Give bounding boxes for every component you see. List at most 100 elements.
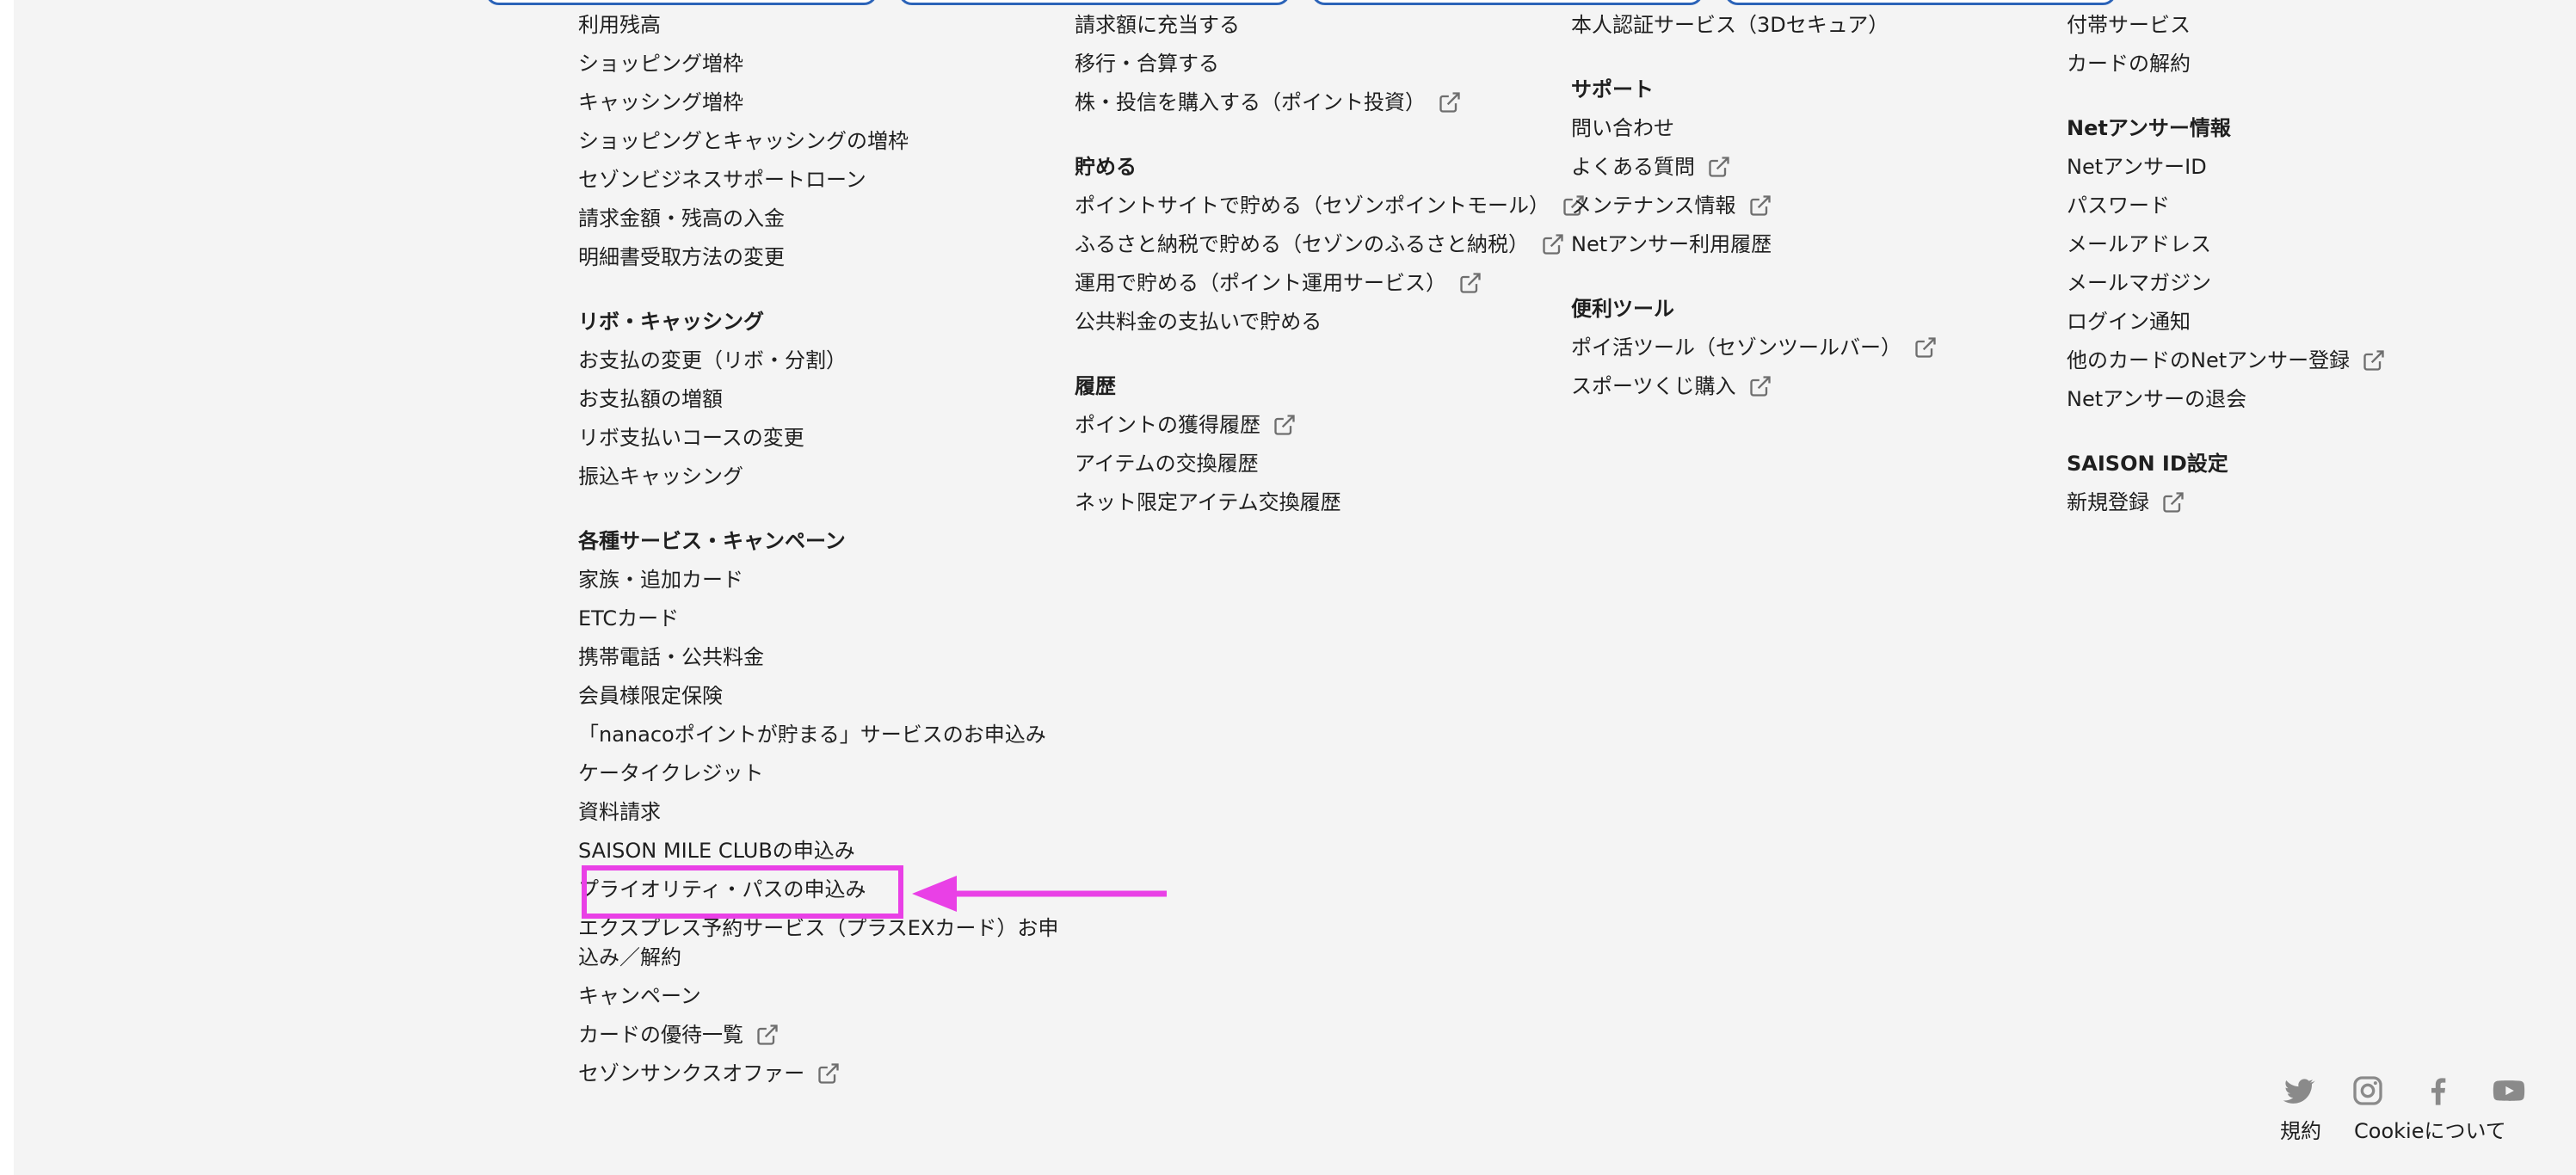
section-heading: Netアンサー情報 [2067,116,2231,140]
sitemap-link-label: アイテムの交換履歴 [1075,452,1259,476]
sitemap-link[interactable]: メールマガジン [2067,268,2548,298]
sitemap-link-label: カードの優待一覧 [578,1023,743,1047]
sitemap-link[interactable]: メールアドレス [2067,230,2548,259]
sitemap-link[interactable]: ポイ活ツール（セゾンツールバー） [1571,333,2053,362]
sitemap-link-label: エクスプレス予約サービス（プラスEXカード）お申込み／解約 [578,916,1059,969]
sitemap-link-label: Netアンサー利用履歴 [1571,232,1772,256]
external-link-icon [755,1023,780,1047]
sitemap-link[interactable]: 請求額に充当する [1075,10,1556,40]
sitemap-link[interactable]: 公共料金の支払いで貯める [1075,307,1556,336]
sitemap-link[interactable]: Netアンサーの退会 [2067,384,2548,414]
sitemap-link[interactable]: よくある質問 [1571,152,2053,181]
sitemap-link[interactable]: 家族・追加カード [578,565,1060,594]
sitemap-link-label: 振込キャッシング [578,464,743,489]
sitemap-link[interactable]: 他のカードのNetアンサー登録 [2067,346,2548,375]
sitemap-link-label: 携帯電話・公共料金 [578,645,764,669]
sitemap-link[interactable]: ポイントサイトで貯める（セゾンポイントモール） [1075,191,1584,220]
sitemap-link[interactable]: Netアンサー利用履歴 [1571,230,2053,259]
sitemap-link[interactable]: 利用残高 [578,10,1060,40]
section-heading: 便利ツール [1571,297,1674,321]
sitemap-link[interactable]: ポイントの獲得履歴 [1075,410,1556,440]
sitemap-link[interactable]: セゾンビジネスサポートローン [578,165,1060,194]
sitemap-link[interactable]: スポーツくじ購入 [1571,372,2053,401]
external-link-icon [1273,413,1297,437]
sitemap-link[interactable]: NetアンサーID [2067,152,2548,181]
sitemap-link[interactable]: カードの解約 [2067,49,2548,78]
cookie-link[interactable]: Cookieについて [2354,1117,2506,1146]
section-heading: 各種サービス・キャンペーン [578,529,846,553]
sitemap-link[interactable]: キャッシング増枠 [578,88,1060,117]
facebook-icon[interactable] [2421,1073,2456,1108]
sitemap-link[interactable]: ログイン通知 [2067,307,2548,336]
sitemap-link-label: SAISON MILE CLUBの申込み [578,839,855,863]
sitemap-link[interactable]: 請求金額・残高の入金 [578,204,1060,233]
sitemap-link-label: 付帯サービス [2067,13,2191,37]
sitemap-link[interactable]: ケータイクレジット [578,759,1060,788]
sitemap-section: 便利ツールポイ活ツール（セゾンツールバー） スポーツくじ購入 [1571,294,2053,401]
sitemap-link[interactable]: 会員様限定保険 [578,681,1060,711]
sitemap-link[interactable]: 運用で貯める（ポイント運用サービス） [1075,268,1556,298]
sitemap-column-4: 付帯サービス カードの解約 Netアンサー情報 NetアンサーID パスワードメールアド… [2067,10,2548,526]
sitemap-link[interactable]: 本人認証サービス（3Dセキュア） [1571,10,2053,40]
sitemap-link[interactable]: パスワード [2067,191,2548,220]
sitemap-link[interactable]: ショッピングとキャッシングの増枠 [578,126,1060,156]
sitemap-section: 請求額に充当する 移行・合算する株・投信を購入する（ポイント投資） [1075,10,1556,117]
sitemap-link-label: お支払の変更（リボ・分割） [578,348,847,372]
sitemap-link-label: ケータイクレジット [578,761,764,785]
sitemap-section: SAISON ID設定 新規登録 [2067,449,2548,517]
sitemap-link[interactable]: 「nanacoポイントが貯まる」サービスのお申込み [578,720,1060,749]
sitemap-link-label: 請求金額・残高の入金 [578,206,785,231]
terms-link[interactable]: 規約 [2280,1117,2321,1146]
sitemap-link[interactable]: 移行・合算する [1075,49,1556,78]
sitemap-link[interactable]: 振込キャッシング [578,462,1060,491]
section-heading: 貯める [1075,155,1137,179]
external-link-icon [1707,155,1731,179]
sitemap-link[interactable]: 明細書受取方法の変更 [578,243,1060,272]
sitemap-link[interactable]: ネット限定アイテム交換履歴 [1075,488,1556,517]
sitemap-link[interactable]: セゾンサンクスオファー [578,1059,1060,1088]
sitemap-link-label: リボ支払いコースの変更 [578,426,804,450]
sitemap-link-label: キャッシング増枠 [578,90,743,114]
sitemap-link-label: カードの解約 [2067,52,2191,76]
sitemap-link[interactable]: SAISON MILE CLUBの申込み [578,836,1060,865]
external-link-icon [1541,232,1565,256]
top-button-4[interactable] [1724,0,2117,5]
sitemap-link[interactable]: ふるさと納税で貯める（セゾンのふるさと納税） [1075,230,1563,259]
youtube-icon[interactable] [2492,1073,2526,1108]
sitemap-link[interactable]: リボ支払いコースの変更 [578,423,1060,452]
sitemap-link[interactable]: ETCカード [578,604,1060,633]
sitemap-link[interactable]: お支払の変更（リボ・分割） [578,346,1060,375]
sitemap-link[interactable]: 問い合わせ [1571,114,2053,143]
sitemap-link[interactable]: カードの優待一覧 [578,1020,1060,1049]
sitemap-link-label: 問い合わせ [1571,116,1674,140]
external-link-icon [1438,90,1462,114]
sitemap-link[interactable]: 株・投信を購入する（ポイント投資） [1075,88,1556,117]
sitemap-section: 利用残高ショッピング増枠 キャッシング増枠ショッピングとキャッシングの増枠セゾンビ… [578,10,1060,272]
top-button-3[interactable] [1311,0,1704,5]
sitemap-link[interactable]: キャンペーン [578,981,1060,1011]
instagram-icon[interactable] [2351,1073,2385,1108]
sitemap-link[interactable]: 資料請求 [578,797,1060,827]
external-link-icon [2161,490,2185,514]
sitemap-link-label: 株・投信を購入する（ポイント投資） [1075,90,1426,114]
sitemap-link[interactable]: お支払額の増額 [578,384,1060,414]
sitemap-link[interactable]: 付帯サービス [2067,10,2548,40]
top-button-1[interactable] [485,0,878,5]
sitemap-section: リボ・キャッシング お支払の変更（リボ・分割） お支払額の増額 リボ支払いコースの変更… [578,307,1060,491]
sitemap-link[interactable]: メンテナンス情報 [1571,191,2053,220]
sitemap-link[interactable]: 携帯電話・公共料金 [578,643,1060,672]
sitemap-section: 貯めるポイントサイトで貯める（セゾンポイントモール） ふるさと納税で貯める（セゾン… [1075,152,1584,336]
sitemap-link-label: 利用残高 [578,13,661,37]
sitemap-link[interactable]: アイテムの交換履歴 [1075,449,1556,478]
sitemap-link-label: ショッピング増枠 [578,52,743,76]
sitemap-link-label: ショッピングとキャッシングの増枠 [578,129,909,153]
sitemap-link[interactable]: 新規登録 [2067,488,2548,517]
sitemap-link[interactable]: ショッピング増枠 [578,49,1060,78]
top-button-2[interactable] [898,0,1291,5]
sitemap-link-label: ネット限定アイテム交換履歴 [1075,490,1341,514]
sitemap-link-label: よくある質問 [1571,155,1695,179]
sitemap-link-label: 資料請求 [578,800,661,824]
footer-sitemap: 利用残高ショッピング増枠 キャッシング増枠ショッピングとキャッシングの増枠セゾンビ… [14,0,2576,1175]
twitter-icon[interactable] [2282,1073,2316,1108]
sitemap-link[interactable]: エクスプレス予約サービス（プラスEXカード）お申込み／解約 [578,914,1060,972]
